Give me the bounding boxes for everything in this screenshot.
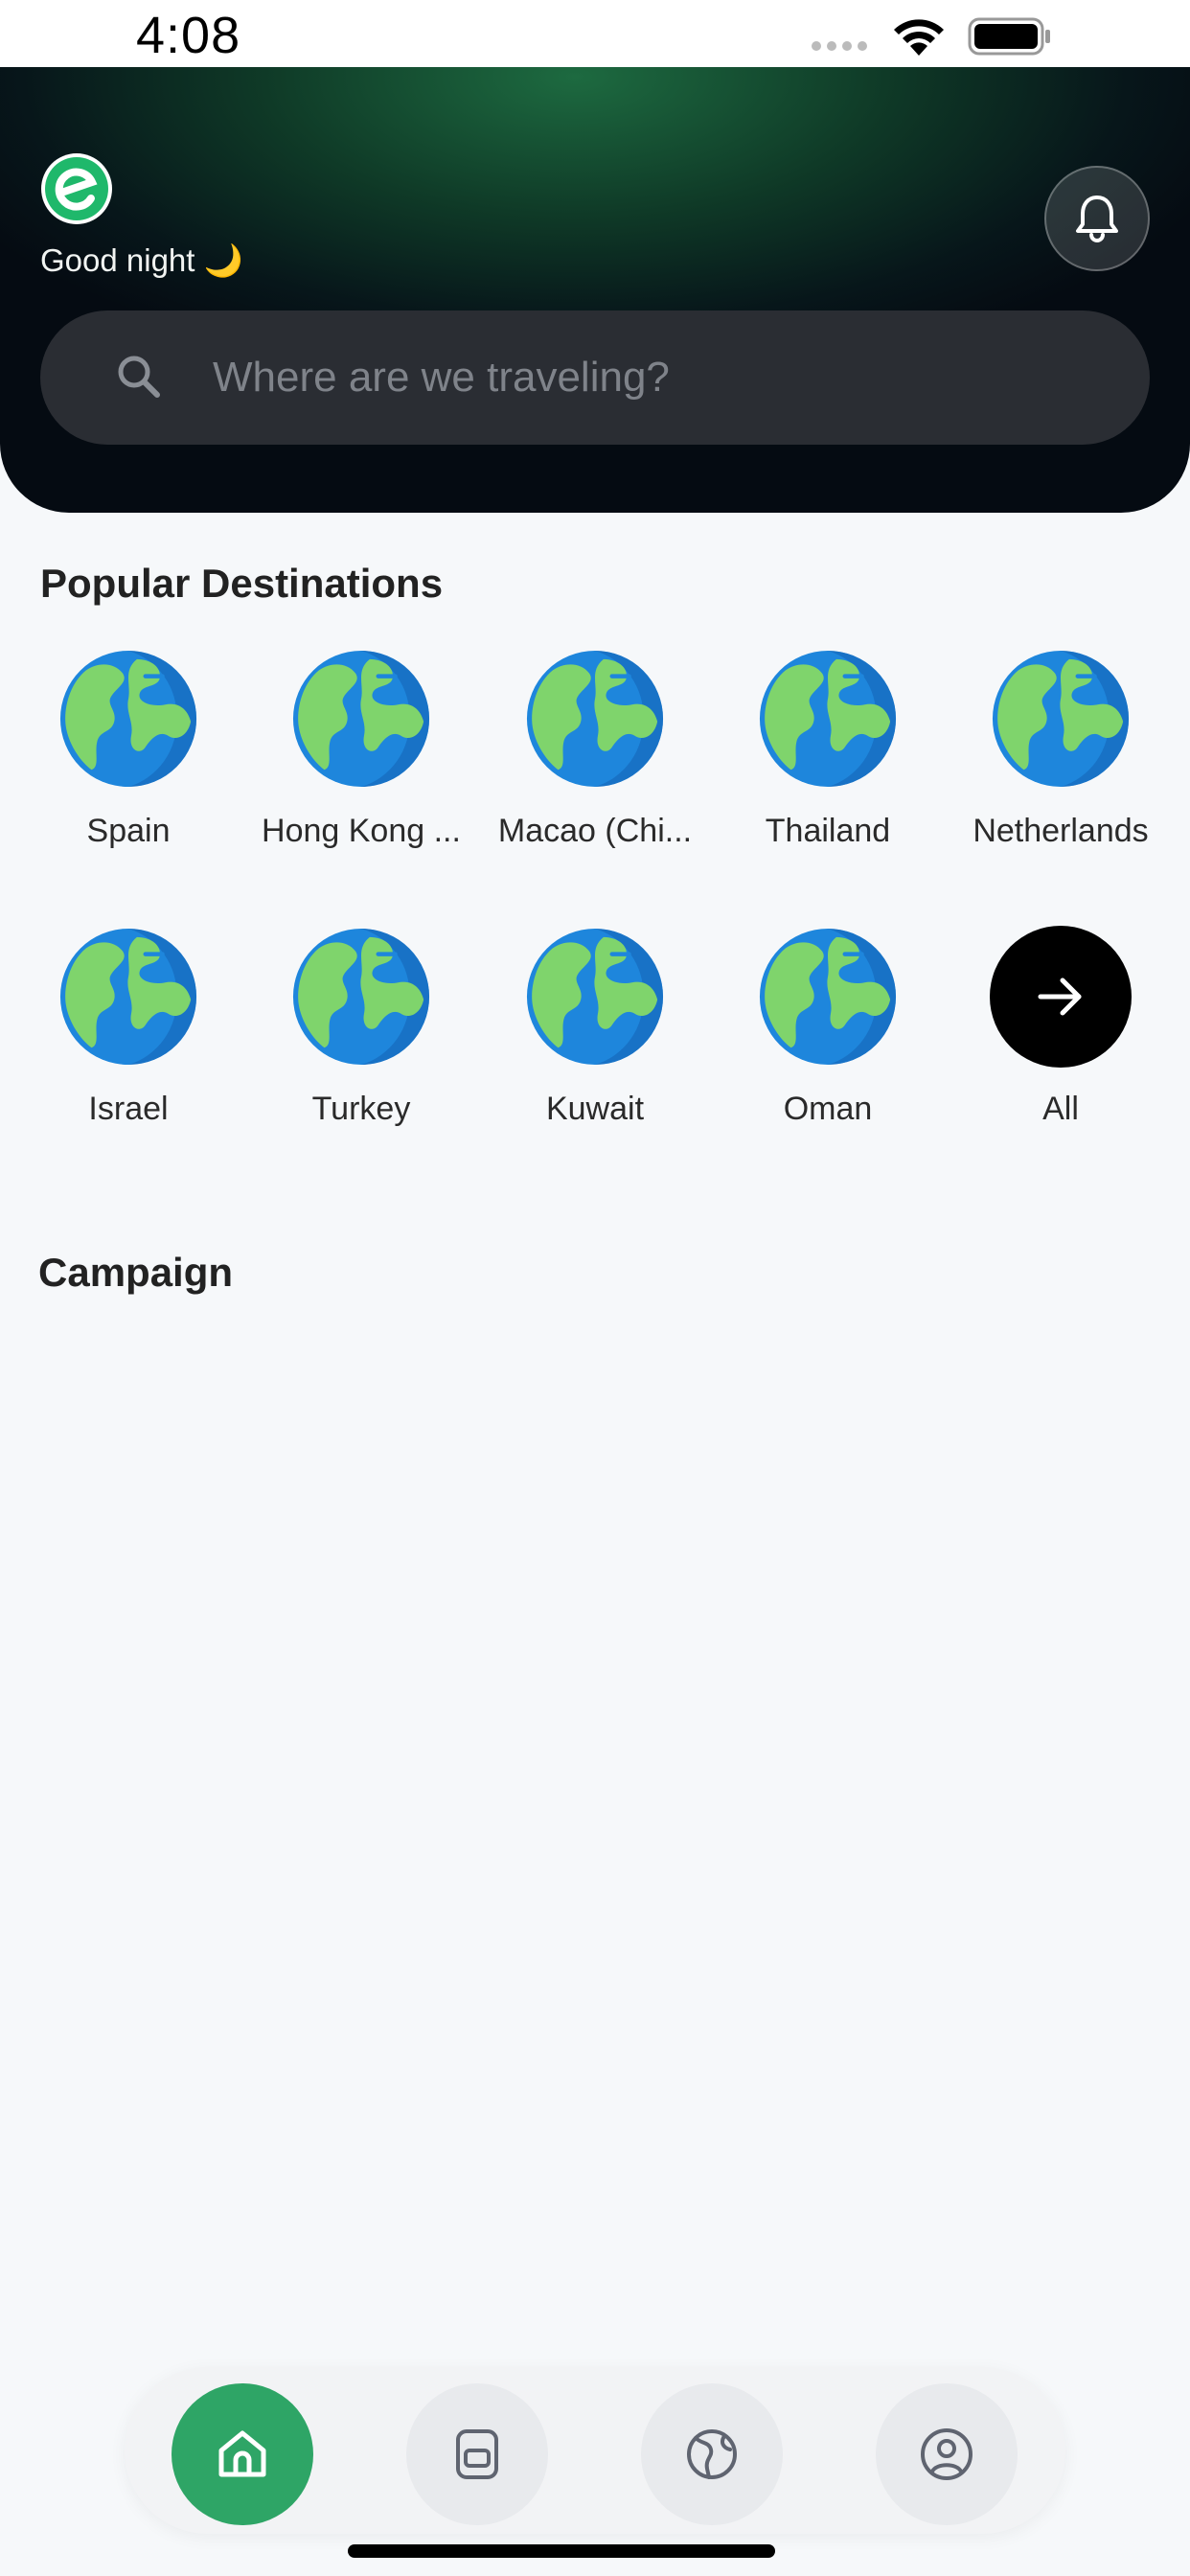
globe-icon xyxy=(524,648,666,790)
destination-label: Kuwait xyxy=(545,1091,645,1127)
destination-label: Netherlands xyxy=(973,813,1149,849)
destination-kuwait[interactable]: Kuwait xyxy=(484,926,706,1128)
bottom-nav xyxy=(125,2367,1065,2534)
popular-destinations-title: Popular Destinations xyxy=(40,561,444,606)
destination-label: Hong Kong ... xyxy=(262,813,461,849)
destination-label: Thailand xyxy=(765,813,891,849)
campaign-title: Campaign xyxy=(38,1250,234,1295)
globe-outline-icon xyxy=(687,2429,737,2479)
nav-profile[interactable] xyxy=(876,2383,1018,2525)
all-destinations-button[interactable]: All xyxy=(950,926,1172,1128)
sim-card-icon xyxy=(456,2429,498,2479)
nav-home[interactable] xyxy=(172,2383,313,2525)
app-logo xyxy=(41,153,112,224)
greeting-text: Good night 🌙 xyxy=(40,242,243,278)
destination-macao[interactable]: Macao (Chi... xyxy=(484,648,706,850)
destination-turkey[interactable]: Turkey xyxy=(250,926,472,1128)
destination-hong-kong[interactable]: Hong Kong ... xyxy=(250,648,472,850)
search-input[interactable] xyxy=(213,310,1075,445)
battery-icon xyxy=(968,17,1050,56)
home-indicator xyxy=(348,2544,775,2558)
globe-icon xyxy=(757,926,899,1068)
search-icon xyxy=(118,356,160,398)
logo-e-icon xyxy=(45,157,108,220)
notifications-button[interactable] xyxy=(1044,166,1150,271)
arrow-right-icon xyxy=(1038,978,1082,1016)
destination-netherlands[interactable]: Netherlands xyxy=(950,648,1172,850)
search-bar[interactable] xyxy=(40,310,1150,445)
nav-esims[interactable] xyxy=(406,2383,548,2525)
nav-explore[interactable] xyxy=(641,2383,783,2525)
status-bar: 4:08 xyxy=(0,0,1190,67)
all-destinations-circle xyxy=(990,926,1132,1068)
header: Good night 🌙 xyxy=(0,67,1190,513)
destination-label: Spain xyxy=(86,813,171,849)
destination-label: Turkey xyxy=(311,1091,411,1127)
globe-icon xyxy=(57,648,199,790)
globe-icon xyxy=(990,648,1132,790)
status-time: 4:08 xyxy=(136,7,241,64)
destination-oman[interactable]: Oman xyxy=(717,926,939,1128)
destination-label: Macao (Chi... xyxy=(497,813,693,849)
globe-icon xyxy=(757,648,899,790)
globe-icon xyxy=(524,926,666,1068)
globe-icon xyxy=(290,648,432,790)
wifi-icon xyxy=(894,19,944,56)
destination-label: All xyxy=(1042,1091,1079,1127)
destination-israel[interactable]: Israel xyxy=(17,926,240,1128)
signal-dots-icon xyxy=(812,41,867,51)
destination-thailand[interactable]: Thailand xyxy=(717,648,939,850)
destination-label: Oman xyxy=(783,1091,873,1127)
destination-label: Israel xyxy=(88,1091,169,1127)
user-circle-icon xyxy=(921,2428,973,2480)
bell-icon xyxy=(1076,196,1118,242)
globe-icon xyxy=(290,926,432,1068)
destination-spain[interactable]: Spain xyxy=(17,648,240,850)
home-icon xyxy=(218,2430,266,2477)
globe-icon xyxy=(57,926,199,1068)
